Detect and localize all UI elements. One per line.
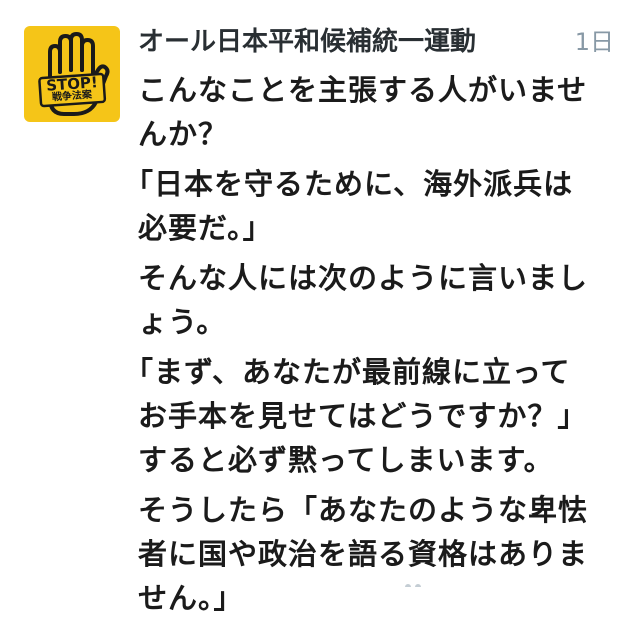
- tweet-text-line: 者に国や政治を語る資格はありま: [138, 537, 589, 571]
- tweet-text-line: せん。」: [138, 581, 244, 615]
- tweet-header: オール日本平和候補統一運動 1日: [138, 22, 618, 62]
- tweet[interactable]: STOP! 戦争法案 オール日本平和候補統一運動 1日 こんなことを主張する人が…: [0, 0, 639, 615]
- tweet-text-line: すると必ず黙ってしまいます。: [138, 443, 554, 477]
- tweet-text-line: そんな人には次のように言いまし: [138, 261, 589, 295]
- tweet-text-line: こんなことを主張する人がいませ: [138, 73, 588, 107]
- avatar[interactable]: STOP! 戦争法案: [24, 26, 120, 122]
- tweet-text-line: そうしたら「あなたのような卑怯: [138, 493, 589, 527]
- tweet-text-line: 必要だ。」: [138, 211, 273, 245]
- tweet-text-line: お手本を見せてはどうですか？」: [138, 399, 588, 433]
- tweet-text-line: んか？: [138, 117, 229, 151]
- action-bar-edge: [400, 572, 430, 590]
- tweet-text-line: ょう。: [138, 305, 227, 339]
- display-name[interactable]: オール日本平和候補統一運動: [138, 22, 476, 62]
- timestamp[interactable]: 1日: [575, 22, 614, 62]
- tweet-text-line: 「まず、あなたが最前線に立って: [124, 355, 571, 389]
- tweet-text-line: 「日本を守るために、海外派兵は: [124, 167, 574, 201]
- tweet-text: こんなことを主張する人がいませ んか？ 「日本を守るために、海外派兵は 必要だ。…: [124, 68, 618, 620]
